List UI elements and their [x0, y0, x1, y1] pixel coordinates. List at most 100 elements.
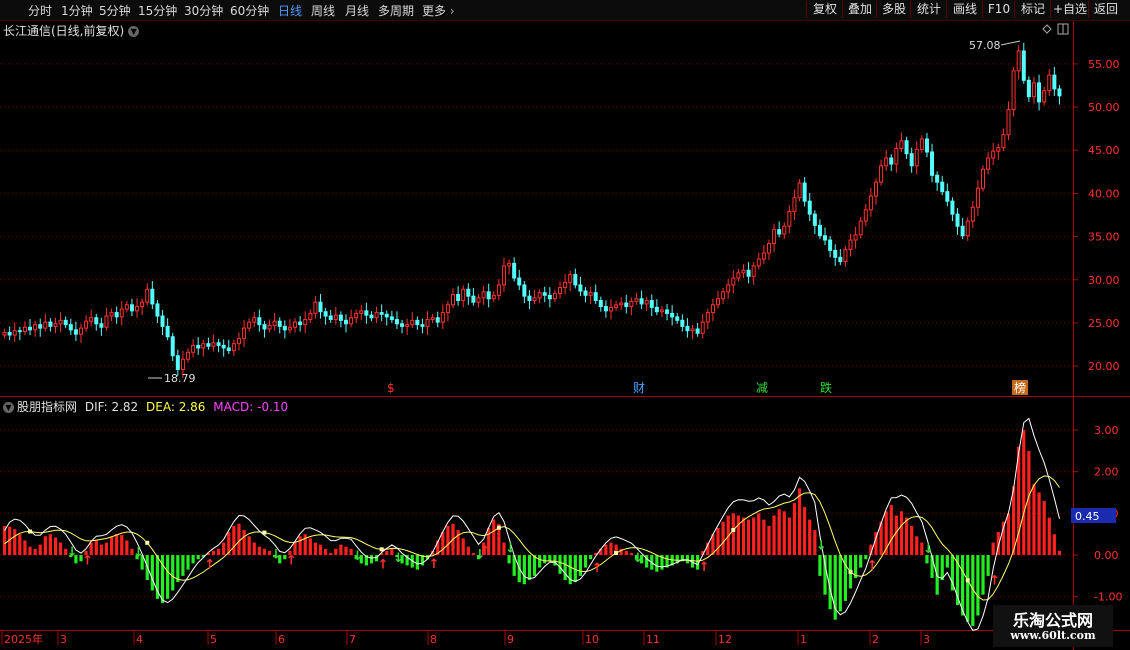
candle [298, 316, 303, 332]
candle-body [400, 323, 405, 327]
candle [863, 203, 868, 227]
candle-body [33, 324, 38, 331]
histogram-bar [716, 527, 720, 556]
candle-body [2, 331, 7, 336]
candle [333, 306, 338, 325]
candle-body [731, 277, 736, 286]
candle-body [313, 301, 318, 314]
candle-body [583, 290, 588, 296]
histogram-bar [43, 536, 47, 556]
candle [879, 159, 884, 186]
candle [323, 307, 328, 325]
candle [965, 217, 970, 241]
candle [1021, 42, 1026, 84]
candle [201, 339, 206, 357]
watermark-title: 乐淘公式网 [1012, 611, 1093, 630]
chevron-down-icon[interactable]: ▼ [3, 402, 14, 413]
candle-body [512, 262, 517, 279]
dif-value: 2.82 [111, 400, 139, 414]
candle-body [323, 311, 328, 317]
candle-body [1001, 134, 1006, 149]
candle [517, 269, 522, 291]
candle [150, 281, 155, 310]
candle-body [73, 329, 78, 335]
time-tick-label: 10 [585, 633, 599, 646]
candle-body [537, 292, 542, 299]
down-arrow-icon: ↓ [816, 538, 827, 553]
candle-body [338, 314, 343, 321]
candle [440, 304, 445, 329]
macd-panel-title: ▼ 股朋指标网 DIF: 2.82 DEA: 2.86 MACD: -0.10 [3, 398, 288, 415]
candle [823, 227, 828, 246]
candle-body [38, 324, 43, 329]
candle-body [792, 197, 797, 213]
candle-body [63, 319, 68, 326]
candle [873, 178, 878, 205]
candle [1011, 66, 1016, 117]
histogram-bar [334, 548, 338, 556]
candle [486, 283, 491, 308]
candle [532, 289, 537, 304]
candle [114, 306, 119, 324]
candle-body [614, 304, 619, 308]
chevron-down-icon[interactable]: ▼ [128, 26, 140, 37]
candlestick-series[interactable] [2, 42, 1062, 379]
candle [649, 294, 654, 317]
candle [68, 318, 73, 336]
candle-body [624, 302, 629, 308]
candle-body [843, 249, 848, 263]
macd-label: MACD: [213, 400, 254, 414]
stock-chart[interactable]: 55.0050.0045.0040.0035.0030.0025.0020.00… [0, 0, 1130, 650]
candle-body [828, 239, 833, 251]
histogram-bar [752, 517, 756, 556]
candle [135, 298, 140, 318]
candle [731, 269, 736, 294]
candle [145, 283, 150, 306]
candle-body [451, 293, 456, 306]
candle-body [644, 299, 649, 305]
candle-body [558, 287, 563, 295]
candle-body [629, 300, 634, 308]
candle-body [654, 306, 659, 313]
histogram-bar [33, 548, 37, 556]
panel-controls[interactable] [1042, 23, 1069, 35]
candle [670, 305, 675, 326]
candle [496, 278, 501, 301]
candle [848, 233, 853, 257]
histogram-bar [792, 502, 797, 556]
candle-body [496, 284, 501, 296]
candle [160, 309, 165, 336]
candle [573, 268, 578, 289]
candle-body [374, 312, 379, 319]
candle [445, 300, 450, 322]
candle [73, 321, 78, 342]
candle [537, 288, 542, 304]
histogram-bar [976, 555, 980, 616]
histogram-bar [247, 536, 251, 556]
histogram-bar [385, 550, 389, 556]
candle-body [766, 242, 771, 254]
candle [58, 312, 63, 333]
candle [563, 274, 568, 295]
candle [461, 285, 466, 308]
up-arrow-icon: ↑ [204, 557, 215, 572]
candle [817, 219, 822, 240]
time-tick-label: 3 [60, 633, 67, 646]
histogram-bar [583, 555, 588, 568]
candle [481, 285, 486, 305]
candle [634, 292, 639, 305]
candle-body [186, 351, 191, 360]
candle [736, 268, 741, 282]
macd-histogram[interactable] [2, 430, 1062, 626]
histogram-bar [23, 540, 27, 556]
candle [986, 151, 991, 175]
candle [252, 311, 257, 328]
candle-body [491, 294, 496, 300]
candle-body [394, 318, 399, 325]
candle [568, 270, 573, 291]
candle [955, 208, 960, 235]
candle [741, 264, 746, 279]
candle [512, 257, 517, 282]
candle-body [43, 321, 48, 329]
candle-body [28, 326, 33, 331]
